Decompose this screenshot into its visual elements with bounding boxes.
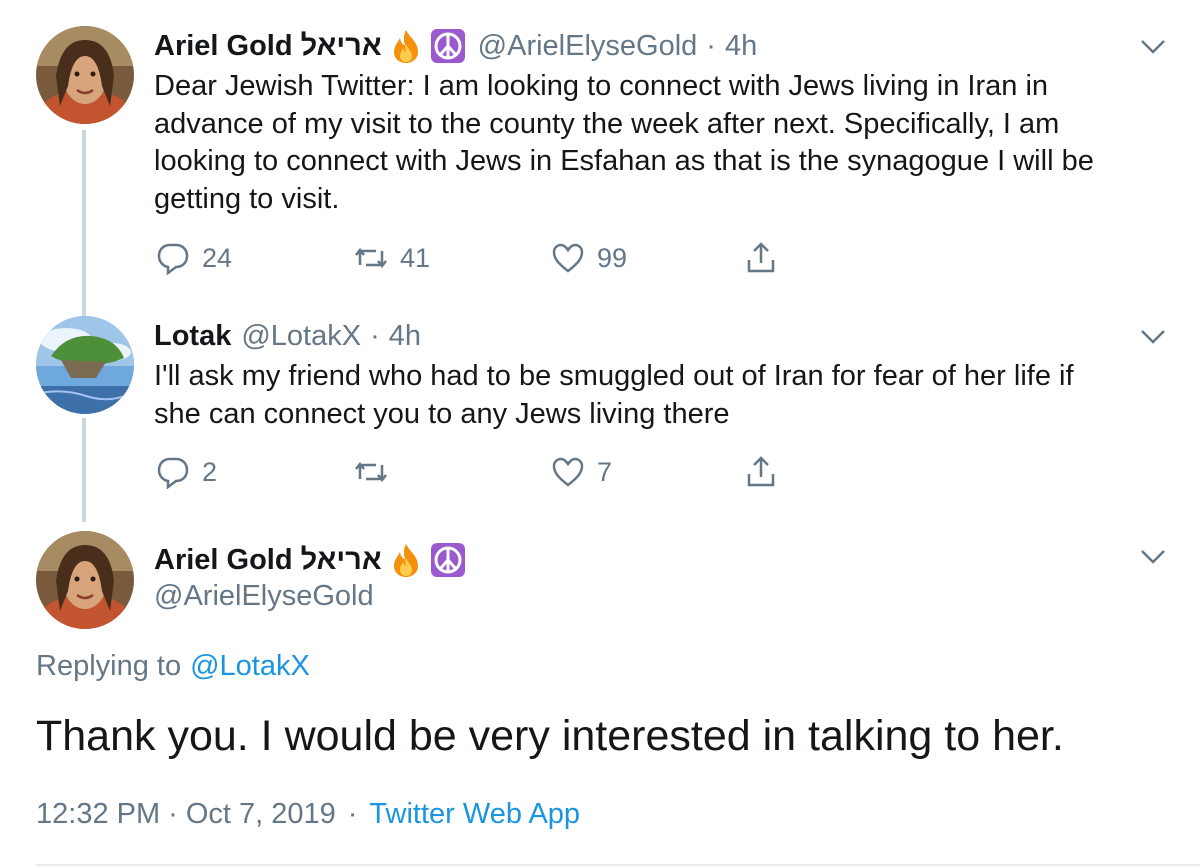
share-icon: [747, 242, 775, 273]
tweet1-text-line: getting to visit.: [154, 182, 340, 215]
tweet1-reply-button[interactable]: 24: [156, 241, 232, 275]
avatar-ariel[interactable]: [36, 26, 134, 124]
chevron-down-icon[interactable]: [1140, 328, 1166, 351]
tweet3-handle[interactable]: @ArielElyseGold: [154, 580, 374, 613]
retweet-icon: [355, 461, 387, 483]
replying-to: Replying to @LotakX: [36, 650, 310, 683]
replying-to-link[interactable]: @LotakX: [190, 650, 310, 683]
share-icon: [747, 456, 775, 487]
tweet2-separator: ·: [370, 319, 380, 352]
tweet1-author-name[interactable]: Ariel Gold אריאל: [154, 30, 382, 63]
tweet3-header: Ariel Gold אריאל: [154, 540, 466, 580]
peace-symbol-emoji: [430, 542, 466, 578]
tweet1-retweet-count: 41: [400, 242, 431, 273]
tweet2-text-line: I'll ask my friend who had to be smuggle…: [154, 360, 1074, 392]
tweet3-date[interactable]: Oct 7, 2019: [186, 798, 336, 831]
tweet2-like-button[interactable]: 7: [551, 455, 612, 489]
tweet2-reply-count: 2: [202, 456, 218, 487]
retweet-icon: [355, 247, 387, 269]
tweet3-meta: 12:32 PM · Oct 7, 2019 · Twitter Web App: [36, 798, 580, 831]
like-icon: [552, 457, 584, 487]
reply-icon: [157, 243, 189, 275]
avatar-ariel-photo: [36, 531, 134, 629]
tweet1-separator: ·: [706, 29, 716, 62]
tweet3-separator: ·: [168, 798, 178, 830]
tweet1-timestamp[interactable]: 4h: [725, 30, 757, 63]
tweet2-author-name[interactable]: Lotak: [154, 320, 231, 353]
tweet2-header: Lotak @LotakX · 4h: [154, 316, 421, 356]
tweet1-share-button[interactable]: [744, 241, 790, 275]
like-icon: [552, 243, 584, 273]
tweet2-handle[interactable]: @LotakX: [241, 320, 361, 353]
tweet1-text-line: advance of my visit to the county the we…: [154, 107, 1060, 140]
tweet1-reply-count: 24: [202, 242, 233, 273]
tweet1-handle[interactable]: @ArielElyseGold: [478, 30, 698, 63]
thread-line: [82, 130, 86, 316]
avatar-ariel-photo: [36, 26, 134, 124]
chevron-down-icon[interactable]: [1140, 548, 1166, 571]
reply-icon: [157, 457, 189, 489]
peace-symbol-emoji: [430, 28, 466, 64]
tweet1-like-button[interactable]: 99: [551, 241, 627, 275]
fire-emoji: [388, 28, 424, 64]
tweet3-text: Thank you. I would be very interested in…: [36, 712, 1064, 760]
tweet2-retweet-button[interactable]: [354, 455, 400, 489]
tweet3-source-link[interactable]: Twitter Web App: [369, 798, 580, 831]
tweet2-text: I'll ask my friend who had to be smuggle…: [154, 358, 1164, 433]
tweet3-separator: ·: [347, 798, 358, 830]
thread-line: [82, 418, 86, 522]
avatar-ariel[interactable]: [36, 531, 134, 629]
tweet2-share-button[interactable]: [744, 455, 790, 489]
fire-emoji: [388, 542, 424, 578]
tweet3-author-name[interactable]: Ariel Gold אריאל: [154, 544, 382, 577]
tweet3-time[interactable]: 12:32 PM: [36, 798, 160, 831]
bottom-divider: [36, 864, 1200, 866]
tweet1-header: Ariel Gold אריאל @ArielElyseGold · 4h: [154, 26, 757, 66]
avatar-lotak[interactable]: [36, 316, 134, 414]
avatar-lotak-image: [36, 316, 134, 414]
tweet2-timestamp[interactable]: 4h: [389, 320, 421, 353]
tweet1-text-line: looking to connect with Jews in Esfahan …: [154, 145, 1094, 177]
tweet1-text: Dear Jewish Twitter: I am looking to con…: [154, 68, 1164, 218]
tweet1-text-line: Dear Jewish Twitter: I am looking to con…: [154, 70, 1049, 102]
tweet2-text-line: she can connect you to any Jews living t…: [154, 397, 730, 430]
tweet2-reply-button[interactable]: 2: [156, 455, 217, 489]
replying-to-label: Replying to: [36, 650, 182, 682]
tweet2-like-count: 7: [597, 456, 613, 487]
chevron-down-icon[interactable]: [1140, 38, 1166, 61]
tweet1-retweet-button[interactable]: 41: [354, 241, 430, 275]
tweet1-like-count: 99: [597, 242, 628, 273]
